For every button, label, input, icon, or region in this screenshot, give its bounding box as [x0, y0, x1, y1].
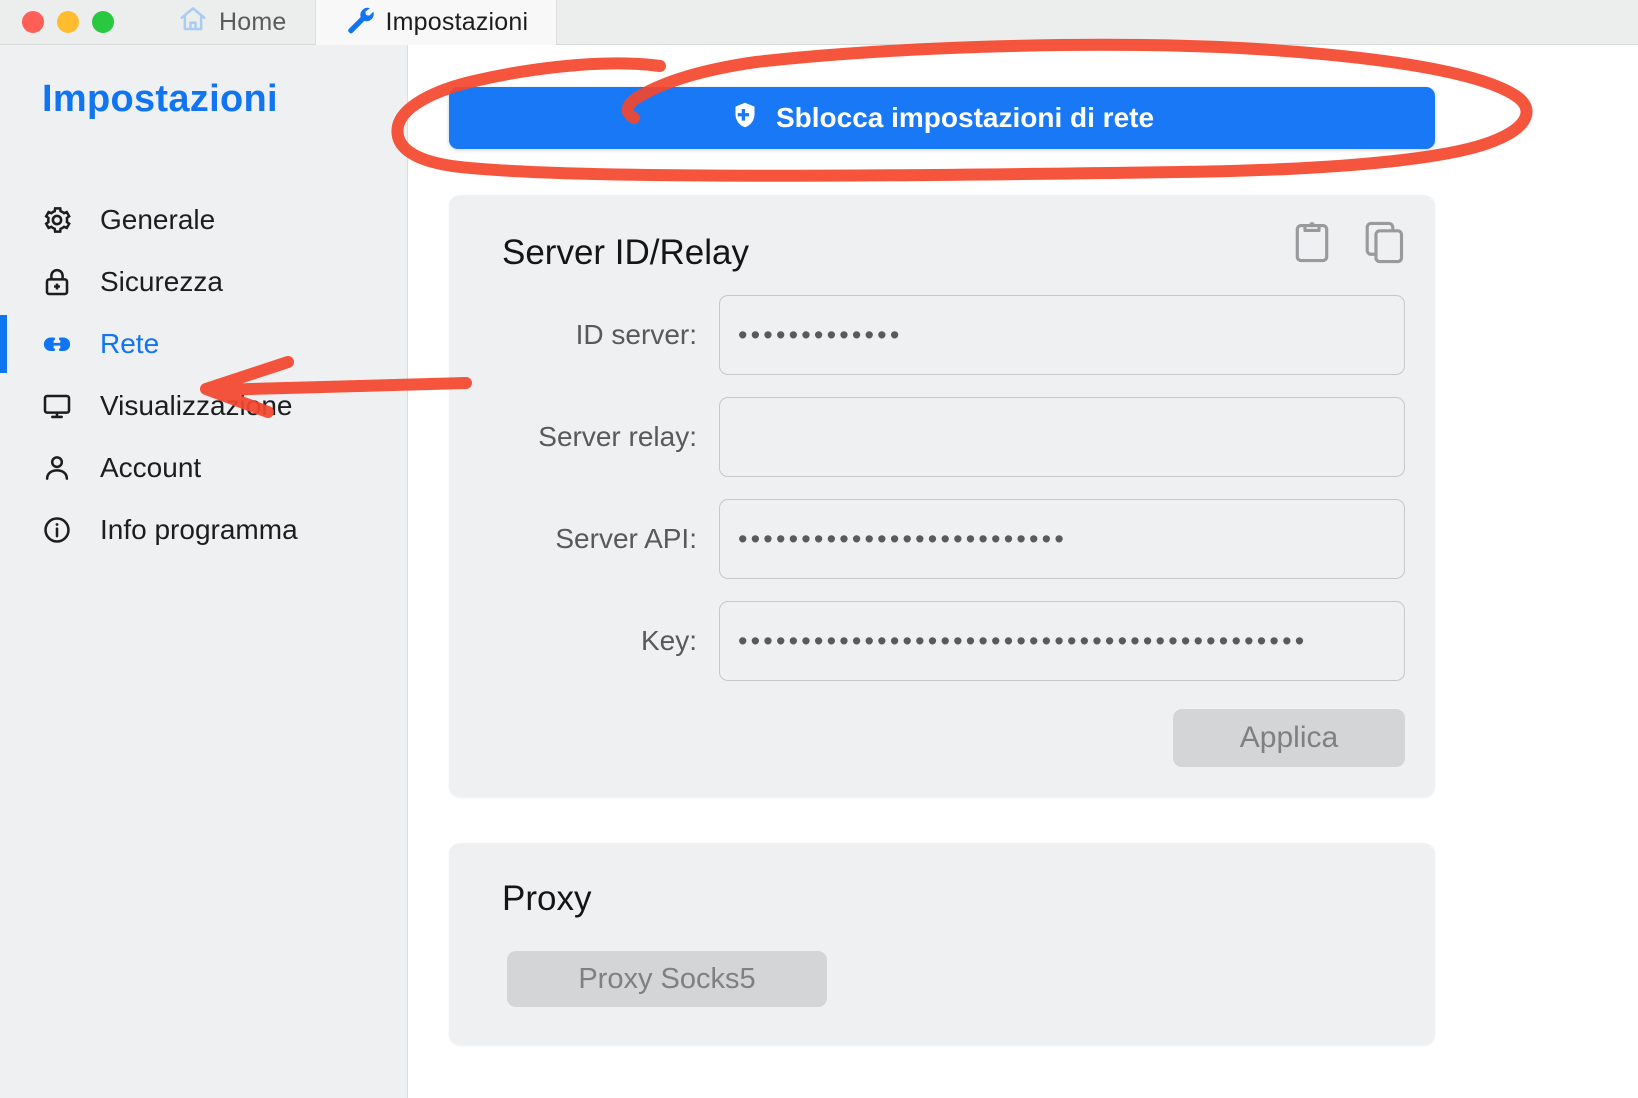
sidebar-item-rete[interactable]: Rete [0, 313, 407, 375]
info-icon [40, 513, 74, 547]
unlock-network-settings-button[interactable]: Sblocca impostazioni di rete [449, 87, 1435, 149]
traffic-light-controls [0, 0, 150, 44]
paste-icon[interactable] [1291, 219, 1333, 265]
home-icon [178, 4, 208, 41]
sidebar-item-label: Generale [100, 204, 216, 235]
proxy-panel: Proxy Proxy Socks5 [449, 843, 1435, 1045]
tab-home-label: Home [219, 8, 287, 36]
link-icon [40, 327, 74, 361]
proxy-panel-title: Proxy [502, 879, 592, 918]
sidebar-item-info-programma[interactable]: Info programma [0, 499, 407, 561]
window-content: Impostazioni Generale Sicurezza Rete Vis… [0, 45, 1638, 1098]
proxy-socks5-button[interactable]: Proxy Socks5 [507, 951, 827, 1007]
sidebar-item-visualizzazione[interactable]: Visualizzazione [0, 375, 407, 437]
tab-impostazioni[interactable]: Impostazioni [315, 0, 558, 45]
zoom-window-button[interactable] [92, 11, 114, 33]
person-icon [40, 451, 74, 485]
sidebar-item-label: Info programma [100, 514, 298, 545]
field-row-key: Key: •••••••••••••••••••••••••••••••••••… [479, 601, 1405, 681]
settings-sidebar: Impostazioni Generale Sicurezza Rete Vis… [0, 45, 408, 1098]
panel-action-buttons [1291, 219, 1405, 265]
server-relay-input[interactable] [719, 397, 1405, 477]
sidebar-item-generale[interactable]: Generale [0, 189, 407, 251]
sidebar-nav: Generale Sicurezza Rete Visualizzazione … [0, 189, 407, 561]
copy-icon[interactable] [1363, 219, 1405, 265]
settings-main-panel: Sblocca impostazioni di rete Server ID/R… [408, 45, 1638, 1098]
field-row-server-api: Server API: •••••••••••••••••••••••••• [479, 499, 1405, 579]
minimize-window-button[interactable] [57, 11, 79, 33]
sidebar-title: Impostazioni [42, 78, 278, 120]
sidebar-item-label: Visualizzazione [100, 390, 293, 421]
panel-title: Server ID/Relay [502, 233, 750, 272]
field-label: ID server: [575, 319, 697, 350]
tab-impostazioni-label: Impostazioni [385, 8, 529, 36]
window-titlebar: Home Impostazioni [0, 0, 1638, 45]
gear-icon [40, 203, 74, 237]
wrench-icon [344, 4, 375, 42]
field-row-server-relay: Server relay: [479, 397, 1405, 477]
close-window-button[interactable] [22, 11, 44, 33]
id-server-input[interactable]: ••••••••••••• [719, 295, 1405, 375]
shield-icon [730, 99, 760, 138]
sidebar-item-label: Account [100, 452, 202, 483]
key-input[interactable]: ••••••••••••••••••••••••••••••••••••••••… [719, 601, 1405, 681]
tab-home[interactable]: Home [150, 0, 316, 45]
server-api-input[interactable]: •••••••••••••••••••••••••• [719, 499, 1405, 579]
monitor-icon [40, 389, 74, 423]
field-label: Key: [640, 625, 697, 656]
apply-button[interactable]: Applica [1173, 709, 1405, 767]
field-label: Server relay: [538, 421, 697, 452]
field-row-id-server: ID server: ••••••••••••• [479, 295, 1405, 375]
sidebar-item-label: Rete [100, 328, 160, 359]
panel-footer: Applica [479, 709, 1405, 767]
server-id-relay-panel: Server ID/Relay ID server: •••••••••••••… [449, 195, 1435, 797]
lock-icon [40, 265, 74, 299]
unlock-button-label: Sblocca impostazioni di rete [775, 102, 1155, 133]
sidebar-item-label: Sicurezza [100, 266, 223, 297]
sidebar-item-account[interactable]: Account [0, 437, 407, 499]
field-label: Server API: [555, 523, 697, 554]
sidebar-item-sicurezza[interactable]: Sicurezza [0, 251, 407, 313]
